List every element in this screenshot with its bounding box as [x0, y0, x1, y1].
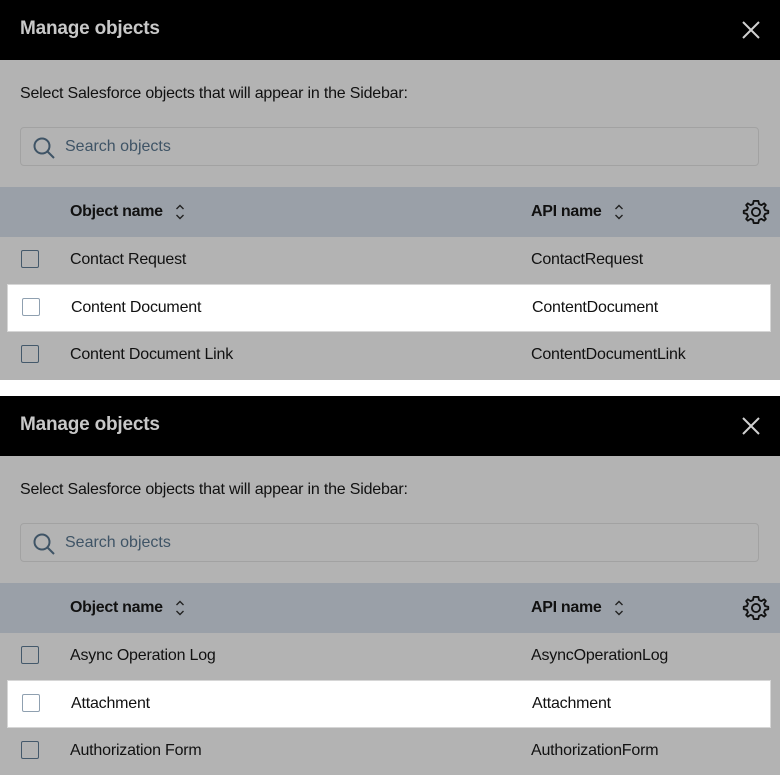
api-name-cell: ContentDocument [532, 299, 658, 316]
column-label: Object name [70, 203, 163, 220]
row-checkbox[interactable] [21, 345, 39, 363]
row-checkbox[interactable] [22, 298, 40, 316]
close-icon [742, 21, 760, 39]
column-label: Object name [70, 599, 163, 616]
gear-icon[interactable] [742, 198, 770, 226]
row-checkbox[interactable] [21, 741, 39, 759]
close-button[interactable] [740, 415, 762, 437]
dialog-description: Select Salesforce objects that will appe… [20, 481, 408, 498]
api-name-cell: ContactRequest [531, 251, 643, 268]
column-header-api-name[interactable]: API name [531, 203, 624, 221]
row-checkbox[interactable] [21, 250, 39, 268]
search-icon [33, 137, 55, 159]
search-box[interactable] [20, 127, 759, 166]
api-name-cell: ContentDocumentLink [531, 346, 686, 363]
api-name-cell: Attachment [532, 695, 611, 712]
row-checkbox[interactable] [22, 694, 40, 712]
table-header: Object name API name [0, 187, 780, 237]
column-header-object-name[interactable]: Object name [70, 599, 185, 617]
row-checkbox[interactable] [21, 646, 39, 664]
column-label: API name [531, 203, 602, 220]
sort-icon [175, 600, 184, 616]
dialog-description: Select Salesforce objects that will appe… [20, 85, 408, 102]
object-name-cell: Content Document [71, 299, 202, 316]
manage-objects-dialog: Manage objects Select Salesforce objects… [0, 0, 780, 380]
dialog-title: Manage objects [20, 414, 160, 435]
column-header-api-name[interactable]: API name [531, 599, 624, 617]
column-header-object-name[interactable]: Object name [70, 203, 185, 221]
table-header: Object name API name [0, 583, 780, 633]
sort-icon [175, 204, 184, 220]
object-name-cell: Content Document Link [70, 346, 234, 363]
table-row-highlighted[interactable]: Content Document ContentDocument [7, 284, 771, 332]
object-name-cell: Contact Request [70, 251, 187, 268]
table-row[interactable]: Async Operation Log AsyncOperationLog [0, 633, 780, 680]
manage-objects-dialog: Manage objects Select Salesforce objects… [0, 396, 780, 775]
search-input[interactable] [65, 524, 745, 561]
api-name-cell: AsyncOperationLog [531, 647, 669, 664]
close-button[interactable] [740, 19, 762, 41]
gear-icon[interactable] [742, 594, 770, 622]
api-name-cell: AuthorizationForm [531, 742, 659, 759]
search-box[interactable] [20, 523, 759, 562]
table-row[interactable]: Authorization Form AuthorizationForm [0, 728, 780, 775]
dialog-header: Manage objects [0, 396, 780, 456]
column-label: API name [531, 599, 602, 616]
table-row[interactable]: Contact Request ContactRequest [0, 237, 780, 284]
object-name-cell: Async Operation Log [70, 647, 216, 664]
object-name-cell: Authorization Form [70, 742, 202, 759]
sort-icon [614, 600, 623, 616]
search-icon [33, 533, 55, 555]
table-row[interactable]: Content Document Link ContentDocumentLin… [0, 332, 780, 379]
table-row-highlighted[interactable]: Attachment Attachment [7, 680, 771, 728]
close-icon [742, 417, 760, 435]
search-input[interactable] [65, 128, 745, 165]
dialog-header: Manage objects [0, 0, 780, 60]
sort-icon [614, 204, 623, 220]
dialog-title: Manage objects [20, 18, 160, 39]
object-name-cell: Attachment [71, 695, 150, 712]
